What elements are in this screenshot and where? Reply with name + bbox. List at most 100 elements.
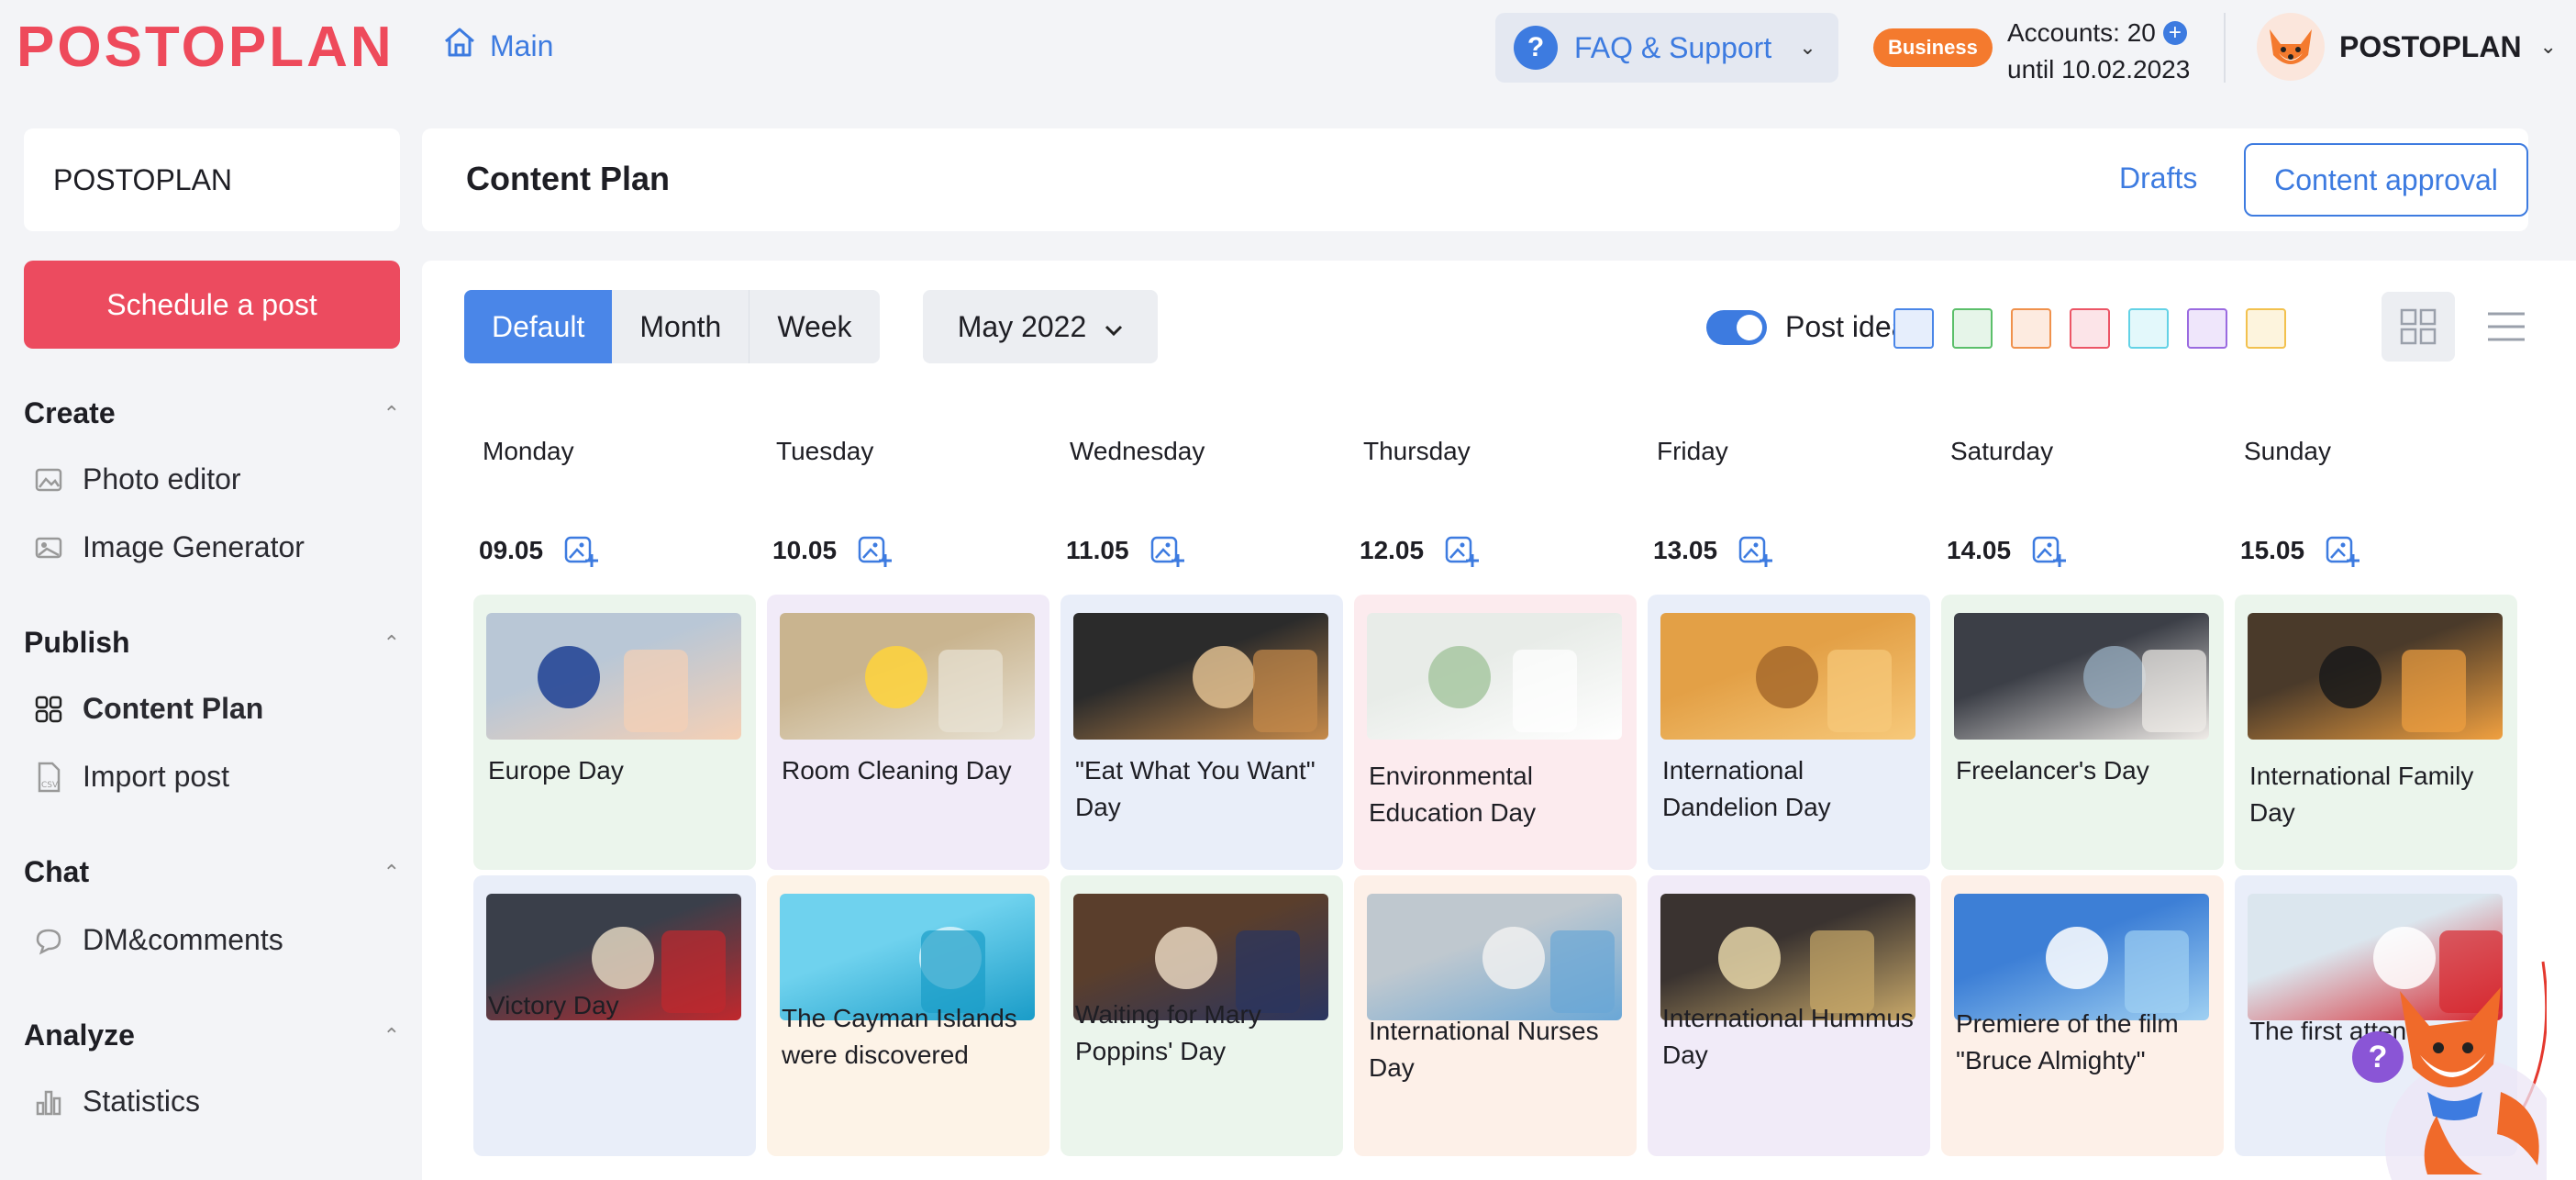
post-idea-card[interactable]: Environmental Education Day (1354, 595, 1637, 870)
post-image (1367, 894, 1622, 1020)
csv-file-icon: CSV (33, 762, 64, 793)
post-idea-card[interactable]: International Hummus Day (1648, 875, 1930, 1156)
post-idea-title: Environmental Education Day (1369, 762, 1537, 827)
post-idea-title: Freelancer's Day (1956, 756, 2149, 785)
post-idea-card[interactable]: "Eat What You Want" Day (1060, 595, 1343, 870)
calendar-panel: Default Month Week May 2022 Post ideas M… (422, 261, 2576, 1180)
faq-support-button[interactable]: ? FAQ & Support ⌄ (1495, 13, 1838, 83)
user-menu[interactable]: POSTOPLAN ⌄ (2257, 13, 2557, 81)
add-image-icon[interactable] (1149, 532, 1186, 569)
post-idea-title: Europe Day (488, 756, 624, 785)
photo-edit-icon (33, 464, 64, 495)
day-date: 10.05 (772, 532, 894, 569)
schedule-post-button[interactable]: Schedule a post (24, 261, 400, 349)
color-filter-swatch[interactable] (2187, 308, 2227, 349)
faq-label: FAQ & Support (1574, 30, 1772, 64)
color-filter-swatch[interactable] (2070, 308, 2110, 349)
section-title: Chat (24, 855, 90, 888)
chat-icon (33, 925, 64, 956)
sidebar-item-label: Import post (83, 760, 230, 793)
workspace-selector[interactable]: POSTOPLAN (24, 128, 400, 231)
sidebar-item-import-post[interactable]: CSV Import post (33, 760, 229, 794)
post-idea-title: Victory Day (488, 991, 619, 1019)
svg-text:CSV: CSV (41, 781, 59, 790)
add-account-icon[interactable]: + (2162, 21, 2187, 45)
day-name: Thursday (1363, 437, 1471, 465)
post-idea-card[interactable]: Europe Day (473, 595, 756, 870)
day-date: 14.05 (1947, 532, 2068, 569)
post-ideas-toggle[interactable] (1706, 310, 1767, 345)
sidebar-item-label: DM&comments (83, 923, 283, 956)
chevron-up-icon: ⌃ (383, 860, 400, 884)
sidebar-item-statistics[interactable]: Statistics (33, 1085, 200, 1119)
add-image-icon[interactable] (2325, 532, 2361, 569)
sidebar-item-image-generator[interactable]: Image Generator (33, 530, 305, 564)
sidebar-item-photo-editor[interactable]: Photo editor (33, 462, 241, 496)
sidebar-item-content-plan[interactable]: Content Plan (33, 692, 263, 726)
tab-week[interactable]: Week (749, 290, 879, 363)
main-link[interactable]: Main (442, 26, 553, 66)
month-selector[interactable]: May 2022 (923, 290, 1158, 363)
post-idea-title: Room Cleaning Day (782, 756, 1012, 785)
post-idea-card[interactable]: The Cayman Islands were discovered (767, 875, 1049, 1156)
day-name: Tuesday (776, 437, 874, 465)
day-date: 15.05 (2240, 532, 2361, 569)
post-idea-card[interactable]: Freelancer's Day (1941, 595, 2224, 870)
content-approval-button[interactable]: Content approval (2244, 143, 2528, 217)
sidebar-item-dm-comments[interactable]: DM&comments (33, 923, 283, 957)
section-analyze[interactable]: Analyze ⌃ (24, 1019, 400, 1052)
app-logo[interactable]: POSTOPLAN (17, 18, 394, 77)
add-image-icon[interactable] (1444, 532, 1481, 569)
post-idea-card[interactable]: Premiere of the film "Bruce Almighty" (1941, 875, 2224, 1156)
day-name: Monday (483, 437, 574, 465)
main-link-label: Main (490, 28, 554, 62)
grid-icon (33, 694, 64, 725)
section-create[interactable]: Create ⌃ (24, 396, 400, 430)
color-filter-swatch[interactable] (2246, 308, 2286, 349)
color-filter-swatch[interactable] (2011, 308, 2051, 349)
day-name: Wednesday (1070, 437, 1205, 465)
post-idea-card[interactable]: International Family Day (2235, 595, 2517, 870)
chevron-down-icon (1105, 310, 1123, 344)
list-view-icon (2488, 312, 2525, 341)
color-filter-swatch[interactable] (1952, 308, 1993, 349)
sidebar-item-label: Statistics (83, 1085, 201, 1118)
chevron-down-icon: ⌄ (2539, 35, 2557, 58)
help-button[interactable]: ? (2352, 1031, 2404, 1083)
post-idea-card[interactable]: International Nurses Day (1354, 875, 1637, 1156)
post-idea-title: The Cayman Islands were discovered (782, 1004, 1017, 1069)
post-image (1367, 613, 1622, 740)
post-idea-title: Premiere of the film "Bruce Almighty" (1956, 1009, 2179, 1074)
accounts-info: Accounts: 20 + until 10.02.2023 (2007, 15, 2190, 88)
sidebar-item-label: Image Generator (83, 530, 305, 563)
add-image-icon[interactable] (857, 532, 894, 569)
post-idea-card[interactable]: Waiting for Mary Poppins' Day (1060, 875, 1343, 1156)
section-title: Analyze (24, 1019, 135, 1052)
post-image (1073, 613, 1328, 740)
add-image-icon[interactable] (2031, 532, 2068, 569)
top-bar: POSTOPLAN Main ? FAQ & Support ⌄ Busines… (0, 0, 2576, 95)
post-idea-title: International Hummus Day (1662, 1004, 1914, 1069)
tab-month[interactable]: Month (612, 290, 750, 363)
section-chat[interactable]: Chat ⌃ (24, 855, 400, 889)
post-idea-title: International Family Day (2249, 762, 2474, 827)
post-idea-card[interactable]: International Dandelion Day (1648, 595, 1930, 870)
add-image-icon[interactable] (563, 532, 600, 569)
color-filter-swatch[interactable] (1893, 308, 1934, 349)
day-name: Sunday (2244, 437, 2331, 465)
post-idea-title: Waiting for Mary Poppins' Day (1075, 1000, 1261, 1065)
user-name: POSTOPLAN (2339, 29, 2522, 63)
tab-default[interactable]: Default (464, 290, 613, 363)
list-view-button[interactable] (2486, 308, 2526, 345)
post-idea-title: International Nurses Day (1369, 1017, 1599, 1082)
grid-view-button[interactable] (2382, 292, 2455, 362)
add-image-icon[interactable] (1738, 532, 1774, 569)
post-idea-card[interactable]: Room Cleaning Day (767, 595, 1049, 870)
post-image (486, 613, 741, 740)
color-filter-swatch[interactable] (2128, 308, 2169, 349)
post-idea-card[interactable]: Victory Day (473, 875, 756, 1156)
sidebar-item-label: Photo editor (83, 462, 241, 495)
drafts-link[interactable]: Drafts (2119, 161, 2197, 195)
section-publish[interactable]: Publish ⌃ (24, 626, 400, 660)
date-label: 13.05 (1653, 536, 1718, 564)
